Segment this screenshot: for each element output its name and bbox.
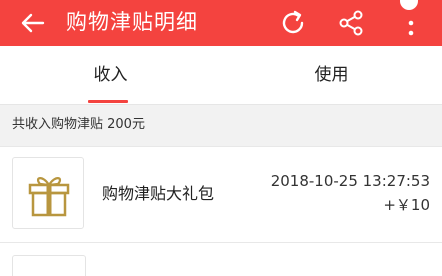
page-title: 购物津贴明细 bbox=[66, 10, 198, 34]
item-thumbnail bbox=[12, 255, 86, 276]
app-header: 购物津贴明细 bbox=[0, 0, 442, 46]
back-arrow-icon[interactable] bbox=[14, 7, 48, 39]
income-summary-bar: 共收入购物津贴 200元 bbox=[0, 104, 442, 146]
refresh-icon[interactable] bbox=[276, 6, 310, 40]
share-icon[interactable] bbox=[334, 6, 368, 40]
item-name: 购物津贴大礼包 bbox=[102, 184, 215, 203]
gift-thumbnail bbox=[12, 157, 84, 229]
item-date: 2018-10-25 13:27:53 bbox=[270, 172, 430, 190]
tab-income[interactable]: 收入 bbox=[0, 46, 221, 104]
gift-icon bbox=[28, 177, 70, 217]
tab-usage[interactable]: 使用 bbox=[221, 46, 442, 104]
list-item[interactable]: 购物津贴大礼包 2018-10-25 13:27:53 +￥10 bbox=[0, 146, 442, 242]
tab-bar: 收入 使用 bbox=[0, 46, 442, 104]
income-summary-text: 共收入购物津贴 200元 bbox=[12, 117, 145, 132]
list-item[interactable] bbox=[0, 242, 442, 276]
more-vertical-icon[interactable] bbox=[396, 6, 426, 40]
item-amount: +￥10 bbox=[383, 196, 430, 214]
active-tab-indicator bbox=[88, 100, 128, 103]
